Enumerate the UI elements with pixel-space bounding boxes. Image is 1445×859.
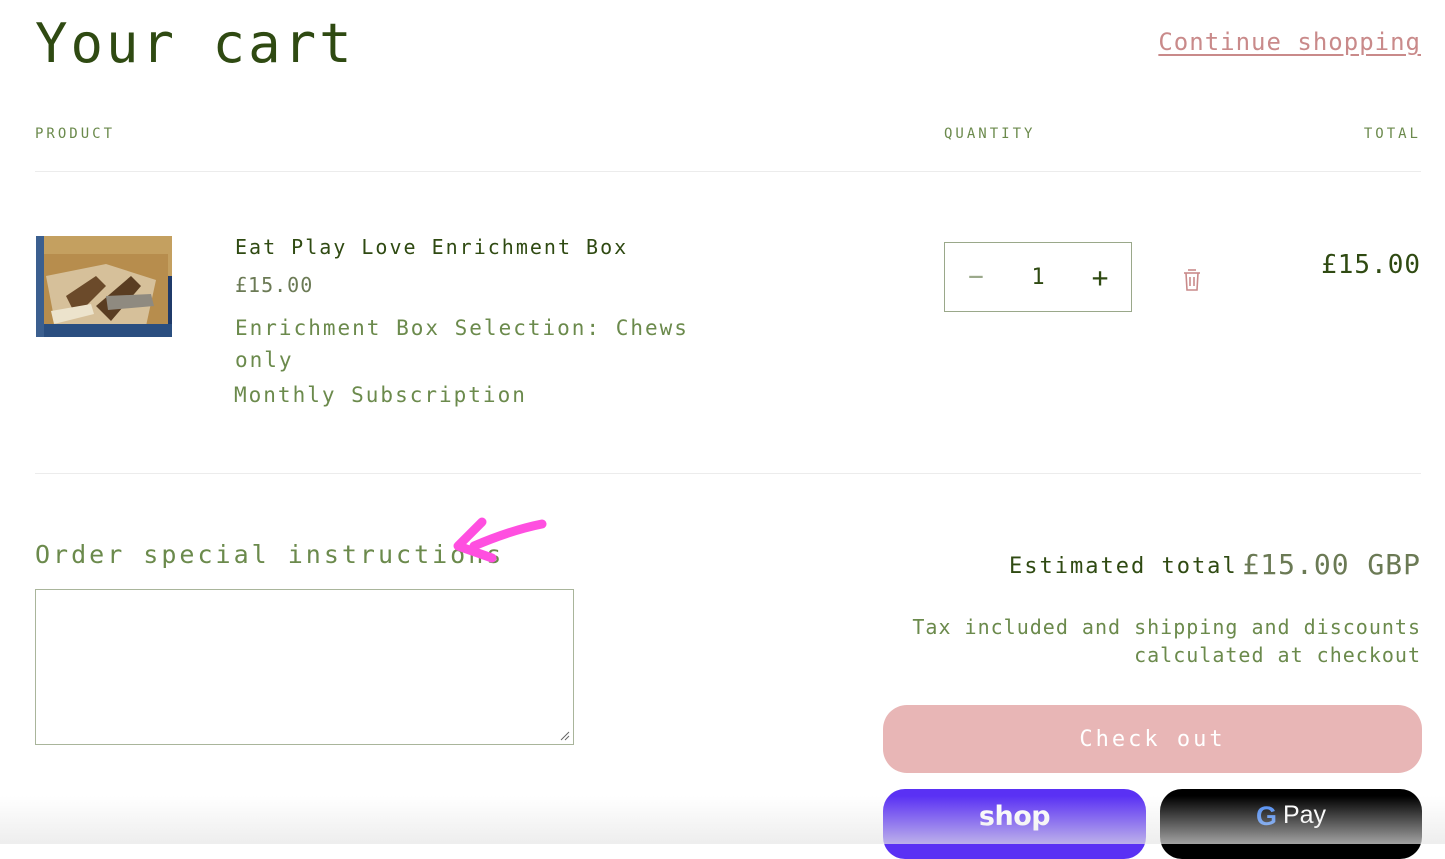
product-name[interactable]: Eat Play Love Enrichment Box — [235, 235, 628, 259]
product-photo-icon[interactable] — [36, 236, 172, 337]
product-subscription: Monthly Subscription — [234, 383, 527, 407]
tax-note: Tax included and shipping and discounts … — [912, 615, 1421, 667]
product-option: Enrichment Box Selection: Chews only — [235, 316, 689, 372]
resize-handle-icon[interactable] — [560, 731, 570, 741]
column-header-quantity: QUANTITY — [944, 126, 1036, 142]
line-item-total: £15.00 — [1321, 250, 1421, 280]
quantity-value[interactable]: 1 — [1031, 265, 1044, 290]
checkout-button[interactable]: Check out — [883, 705, 1422, 773]
page-title: Your cart — [35, 12, 355, 75]
items-divider — [35, 473, 1421, 474]
shop-pay-button[interactable]: shop — [883, 789, 1146, 859]
google-g-icon: G — [1255, 801, 1277, 831]
decrease-quantity-button[interactable]: − — [945, 243, 1007, 311]
quantity-stepper[interactable]: − 1 + — [944, 242, 1132, 312]
estimated-total-label: Estimated total — [1009, 554, 1238, 579]
column-header-total: TOTAL — [1363, 126, 1421, 142]
estimated-total-value: £15.00 GBP — [1242, 548, 1421, 581]
special-instructions-input[interactable] — [35, 589, 574, 745]
pink-arrow-annotation-icon — [452, 512, 552, 570]
special-instructions-label: Order special instructions — [35, 540, 505, 569]
product-unit-price: £15.00 — [235, 273, 314, 297]
google-pay-button[interactable]: G Pay — [1160, 789, 1422, 859]
header-divider — [35, 171, 1421, 172]
google-pay-label: Pay — [1282, 801, 1327, 829]
trash-icon[interactable] — [1181, 267, 1203, 293]
shop-pay-label: shop — [978, 801, 1051, 832]
increase-quantity-button[interactable]: + — [1069, 243, 1131, 311]
column-header-product: PRODUCT — [35, 126, 116, 142]
continue-shopping-link[interactable]: Continue shopping — [1158, 28, 1421, 56]
